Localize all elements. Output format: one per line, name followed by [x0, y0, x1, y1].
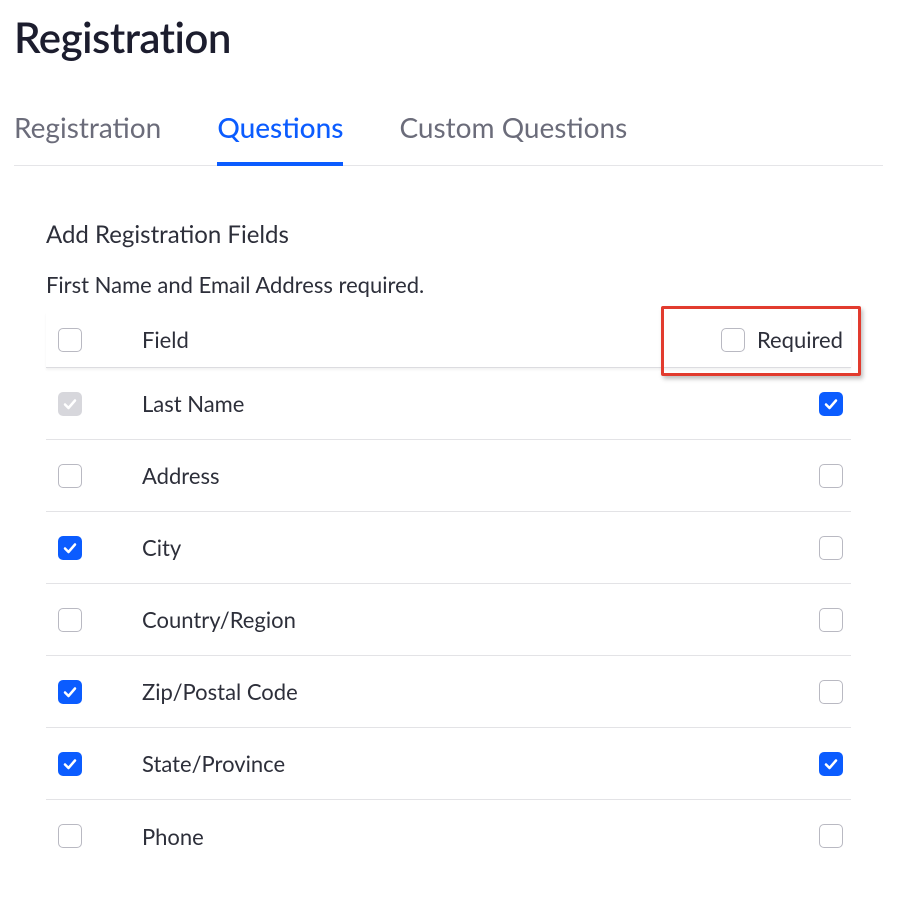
check-icon: [62, 540, 78, 556]
field-label: Address: [142, 462, 681, 489]
questions-section: Add Registration Fields First Name and E…: [14, 220, 883, 872]
enable-field-checkbox[interactable]: [58, 680, 82, 704]
check-icon: [62, 684, 78, 700]
required-checkbox[interactable]: [819, 608, 843, 632]
table-row: State/Province: [46, 728, 851, 800]
table-row: Last Name: [46, 368, 851, 440]
section-title: Add Registration Fields: [46, 220, 851, 249]
check-icon: [62, 396, 78, 412]
enable-field-checkbox[interactable]: [58, 536, 82, 560]
table-row: Country/Region: [46, 584, 851, 656]
table-row: City: [46, 512, 851, 584]
enable-field-checkbox[interactable]: [58, 824, 82, 848]
tab-custom-questions[interactable]: Custom Questions: [399, 110, 627, 166]
fields-table: Field Required Last Name: [46, 312, 851, 872]
field-label: Last Name: [142, 390, 681, 417]
enable-field-checkbox[interactable]: [58, 608, 82, 632]
tabs: Registration Questions Custom Questions: [14, 110, 883, 166]
check-icon: [823, 396, 839, 412]
table-header-row: Field Required: [46, 312, 851, 368]
tab-questions[interactable]: Questions: [217, 110, 343, 166]
required-checkbox[interactable]: [819, 752, 843, 776]
field-label: City: [142, 534, 681, 561]
select-all-checkbox[interactable]: [58, 328, 82, 352]
check-icon: [62, 756, 78, 772]
enable-field-checkbox[interactable]: [58, 752, 82, 776]
require-all-checkbox[interactable]: [721, 328, 745, 352]
required-checkbox[interactable]: [819, 392, 843, 416]
check-icon: [823, 756, 839, 772]
page-title: Registration: [14, 12, 883, 62]
field-label: Country/Region: [142, 606, 681, 633]
required-checkbox[interactable]: [819, 680, 843, 704]
table-row: Phone: [46, 800, 851, 872]
enable-field-checkbox: [58, 392, 82, 416]
header-required-label: Required: [757, 326, 843, 353]
field-label: State/Province: [142, 750, 681, 777]
field-label: Phone: [142, 823, 681, 850]
tab-registration[interactable]: Registration: [14, 110, 161, 166]
required-checkbox[interactable]: [819, 824, 843, 848]
header-field-label: Field: [142, 326, 681, 353]
required-checkbox[interactable]: [819, 536, 843, 560]
table-row: Address: [46, 440, 851, 512]
table-row: Zip/Postal Code: [46, 656, 851, 728]
enable-field-checkbox[interactable]: [58, 464, 82, 488]
field-label: Zip/Postal Code: [142, 678, 681, 705]
section-note: First Name and Email Address required.: [46, 271, 851, 298]
required-checkbox[interactable]: [819, 464, 843, 488]
